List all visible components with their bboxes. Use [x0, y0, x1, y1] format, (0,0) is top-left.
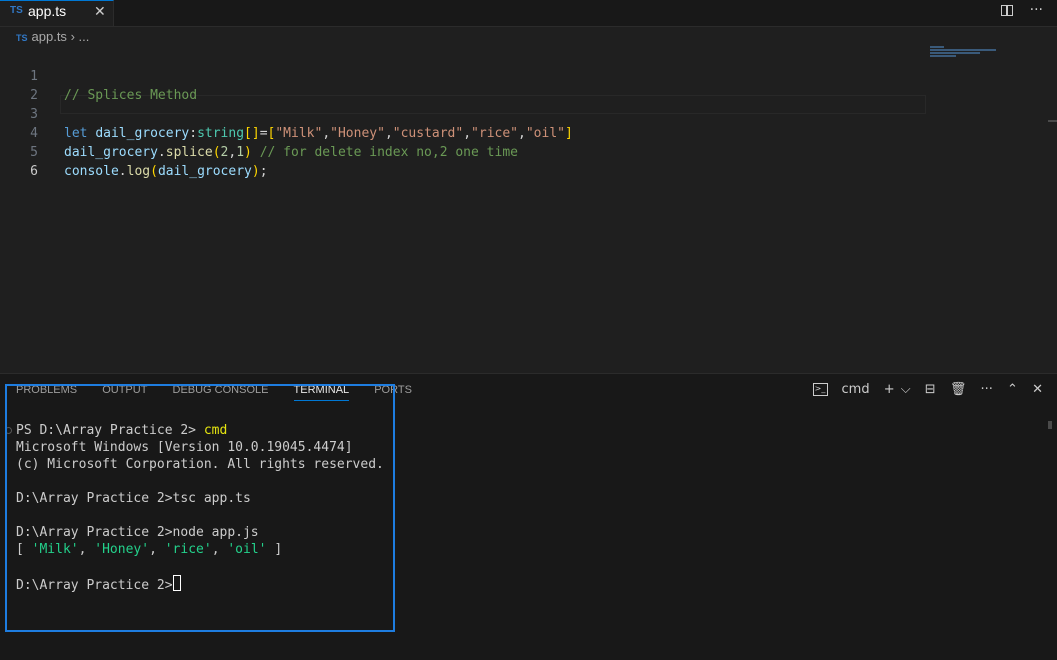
- more-actions-icon[interactable]: ···: [1030, 2, 1043, 18]
- typescript-file-icon: TS: [16, 33, 28, 43]
- close-panel-icon[interactable]: ✕: [1032, 382, 1043, 397]
- split-editor-icon[interactable]: [1001, 4, 1014, 16]
- breadcrumb-symbols[interactable]: ...: [79, 29, 90, 44]
- terminal-name: cmd: [841, 382, 870, 397]
- minimap[interactable]: [930, 46, 1000, 60]
- terminal-selector[interactable]: >_ cmd: [803, 382, 870, 397]
- panel-actions: >_ cmd + ⌵ ⊟ 🗑 ··· ⌃ ✕: [793, 382, 1043, 397]
- code-line: 1 // Splices Method: [0, 48, 924, 103]
- code-line: 3 let dail_grocery:string[]=["Milk","Hon…: [0, 86, 924, 141]
- breadcrumb-file[interactable]: app.ts: [32, 29, 67, 44]
- breadcrumb: TS app.ts › ...: [16, 29, 89, 44]
- annotation-highlight-box: [5, 384, 395, 632]
- chevron-right-icon: ›: [70, 29, 75, 44]
- code-editor[interactable]: 1 // Splices Method 2 3 let dail_grocery…: [0, 48, 924, 179]
- chevron-down-icon[interactable]: ⌵: [901, 382, 911, 397]
- tab-label: app.ts: [28, 3, 67, 19]
- code-line: 5 console.log(dail_grocery);: [0, 124, 924, 179]
- code-line-text: console.log(dail_grocery);: [64, 164, 268, 179]
- typescript-file-icon: TS: [10, 5, 23, 16]
- line-number: 6: [30, 164, 38, 179]
- tab-app-ts[interactable]: TS app.ts ✕: [0, 0, 114, 26]
- new-terminal-icon[interactable]: +: [884, 382, 895, 397]
- terminal-scrollbar[interactable]: [1048, 421, 1052, 429]
- more-actions-icon[interactable]: ···: [981, 382, 993, 397]
- trash-icon[interactable]: 🗑: [950, 382, 967, 397]
- maximize-panel-icon[interactable]: ⌃: [1007, 382, 1018, 397]
- tab-bar: TS app.ts ✕ ···: [0, 0, 1057, 27]
- close-icon[interactable]: ✕: [94, 3, 106, 20]
- code-line: 2: [0, 67, 924, 103]
- split-terminal-icon[interactable]: ⊟: [925, 382, 936, 397]
- editor-actions: ···: [989, 2, 1043, 18]
- terminal-icon: >_: [812, 383, 828, 396]
- code-line: 4 dail_grocery.splice(2,1) // for delete…: [0, 105, 924, 160]
- editor-scrollbar[interactable]: [1048, 120, 1057, 122]
- code-line: 6: [0, 143, 924, 179]
